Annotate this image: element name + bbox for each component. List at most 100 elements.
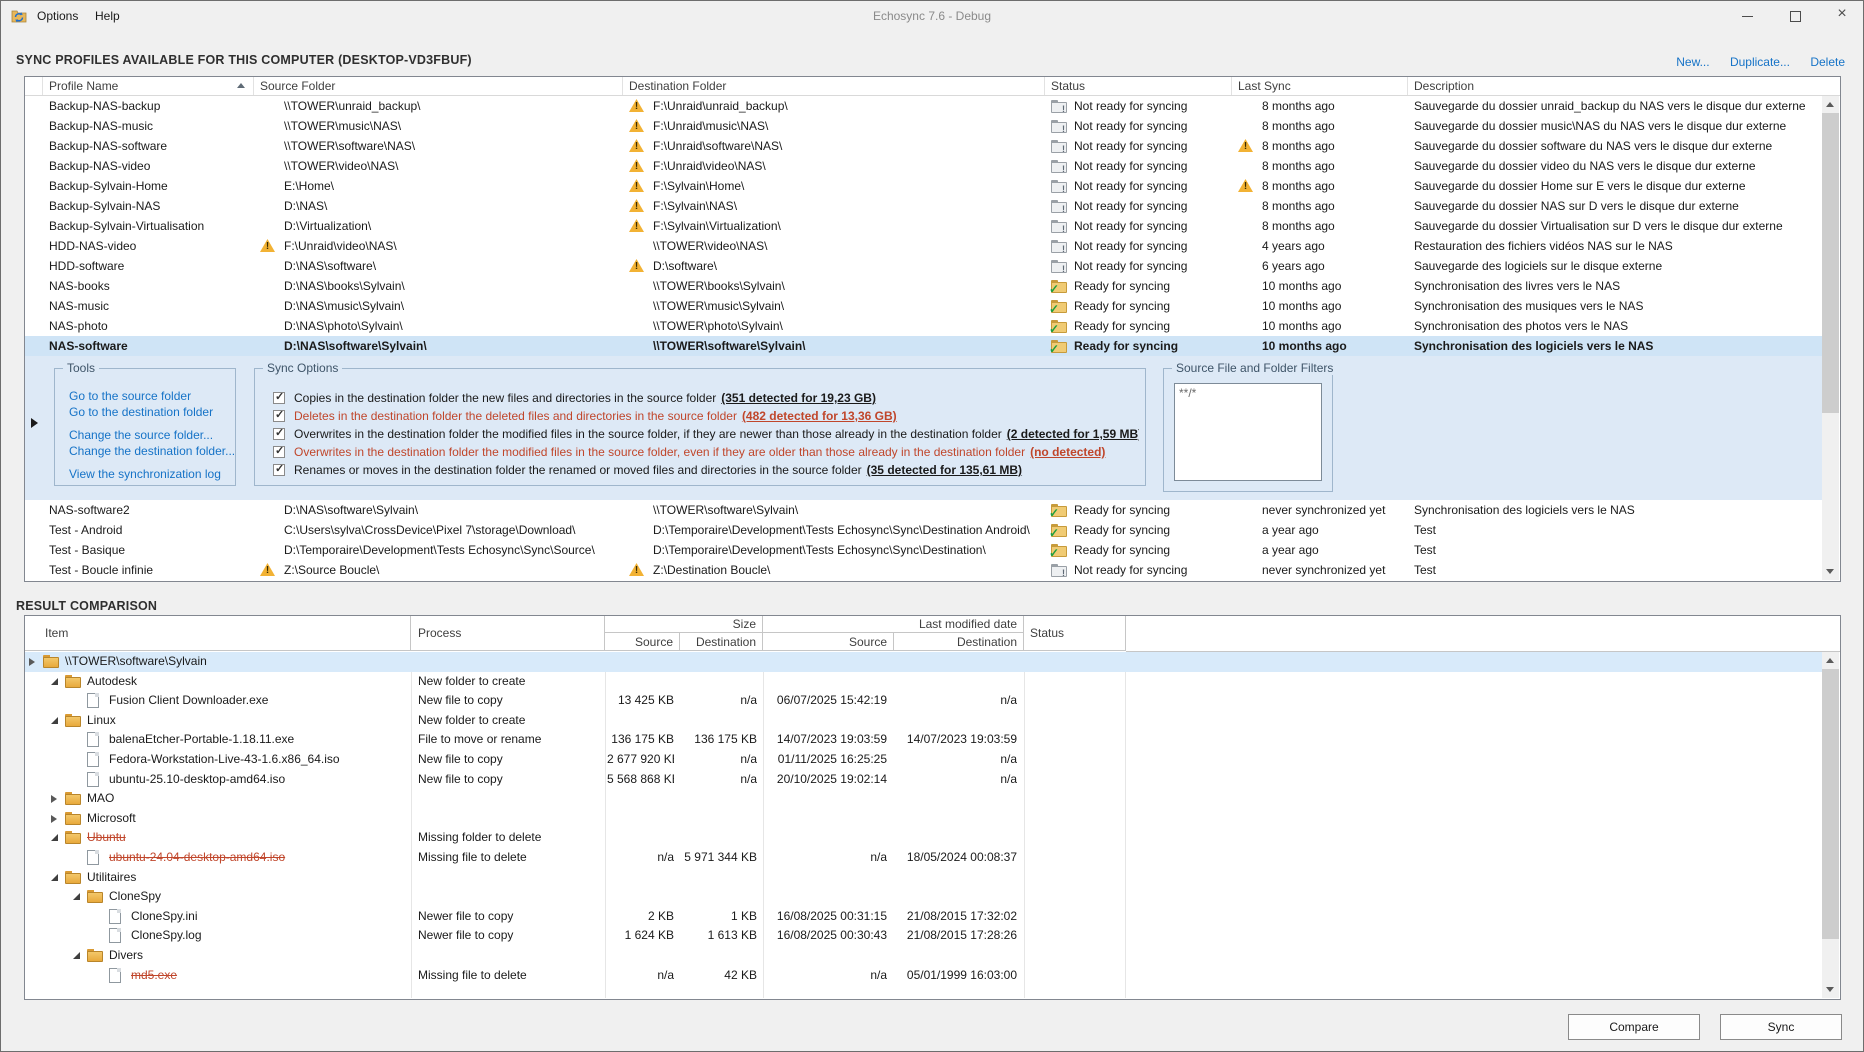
comparison-row[interactable]: balenaEtcher-Portable-1.18.11.exeFile to… [25, 730, 1823, 750]
date-source: 16/08/2025 00:30:43 [765, 926, 887, 946]
filters-input[interactable]: **/* [1174, 383, 1322, 481]
scroll-down-button[interactable] [1822, 981, 1839, 998]
sync-option-label: Copies in the destination folder the new… [294, 391, 716, 405]
scroll-up-button[interactable] [1822, 652, 1839, 669]
view-sync-log-link[interactable]: View the synchronization log [69, 467, 221, 481]
change-destination-folder-link[interactable]: Change the destination folder... [69, 444, 235, 458]
profile-row[interactable]: Test - BasiqueD:\Temporaire\Development\… [25, 540, 1823, 560]
profile-row[interactable]: Backup-NAS-video\\TOWER\video\NAS\F:\Unr… [25, 156, 1823, 176]
profile-row[interactable]: Backup-NAS-music\\TOWER\music\NAS\F:\Unr… [25, 116, 1823, 136]
column-header-date-source[interactable]: Source [763, 633, 894, 651]
compare-button[interactable]: Compare [1568, 1014, 1700, 1040]
profile-row[interactable]: Backup-NAS-software\\TOWER\software\NAS\… [25, 136, 1823, 156]
scrollbar-thumb[interactable] [1822, 113, 1839, 413]
profile-row[interactable]: NAS-software2D:\NAS\software\Sylvain\\\T… [25, 500, 1823, 520]
comparison-row[interactable]: ubuntu-24.04-desktop-amd64.isoMissing fi… [25, 848, 1823, 868]
column-header-status[interactable]: Status [1024, 616, 1126, 651]
sync-option-count[interactable]: (351 detected for 19,23 GB) [721, 391, 876, 405]
profile-row[interactable]: Backup-Sylvain-NASD:\NAS\F:\Sylvain\NAS\… [25, 196, 1823, 216]
sync-option-count[interactable]: (482 detected for 13,36 GB) [742, 409, 897, 423]
checkbox-checked-icon[interactable] [273, 392, 285, 404]
collapse-arrow-icon[interactable] [51, 874, 58, 881]
duplicate-profile-link[interactable]: Duplicate... [1730, 55, 1790, 69]
profile-row[interactable]: Backup-Sylvain-HomeE:\Home\F:\Sylvain\Ho… [25, 176, 1823, 196]
scroll-up-button[interactable] [1822, 96, 1839, 113]
collapse-arrow-icon[interactable] [51, 678, 58, 685]
menu-options[interactable]: Options [31, 8, 84, 24]
maximize-button[interactable] [1778, 1, 1812, 31]
profile-row[interactable]: NAS-booksD:\NAS\books\Sylvain\\\TOWER\bo… [25, 276, 1823, 296]
column-header-date-destination[interactable]: Destination [894, 633, 1024, 651]
comparison-row[interactable]: Fedora-Workstation-Live-43-1.6.x86_64.is… [25, 750, 1823, 770]
checkbox-checked-icon[interactable] [273, 428, 285, 440]
collapse-arrow-icon[interactable] [73, 952, 80, 959]
comparison-row[interactable]: ubuntu-25.10-desktop-amd64.isoNew file t… [25, 770, 1823, 790]
checkbox-checked-icon[interactable] [273, 410, 285, 422]
column-header-process[interactable]: Process [411, 616, 605, 651]
checkbox-checked-icon[interactable] [273, 446, 285, 458]
comparison-row[interactable]: MAO [25, 789, 1823, 809]
comparison-row[interactable]: CloneSpy [25, 887, 1823, 907]
comparison-row[interactable]: Microsoft [25, 809, 1823, 829]
collapse-arrow-icon[interactable] [73, 893, 80, 900]
date-source: n/a [765, 966, 887, 986]
column-header-size-destination[interactable]: Destination [680, 633, 763, 651]
comparison-row[interactable]: UbuntuMissing folder to delete [25, 828, 1823, 848]
comparison-row[interactable]: LinuxNew folder to create [25, 711, 1823, 731]
profile-row[interactable]: Backup-NAS-backup\\TOWER\unraid_backup\F… [25, 96, 1823, 116]
profile-row[interactable]: HDD-NAS-videoF:\Unraid\video\NAS\\\TOWER… [25, 236, 1823, 256]
profile-row[interactable]: Backup-Sylvain-VirtualisationD:\Virtuali… [25, 216, 1823, 236]
sync-option-count[interactable]: (35 detected for 135,61 MB) [867, 463, 1022, 477]
profiles-scrollbar[interactable] [1822, 96, 1839, 580]
minimize-button[interactable] [1731, 1, 1765, 31]
comparison-row[interactable]: \\TOWER\software\Sylvain [25, 652, 1823, 672]
column-header-size-source[interactable]: Source [605, 633, 680, 651]
comparison-row[interactable]: Utilitaires [25, 868, 1823, 888]
menu-help[interactable]: Help [89, 8, 126, 24]
comparison-row[interactable]: AutodeskNew folder to create [25, 672, 1823, 692]
new-profile-link[interactable]: New... [1676, 55, 1709, 69]
profile-row[interactable]: NAS-photoD:\NAS\photo\Sylvain\\\TOWER\ph… [25, 316, 1823, 336]
profile-name: Backup-Sylvain-Virtualisation [49, 216, 249, 236]
go-to-source-folder-link[interactable]: Go to the source folder [69, 389, 191, 403]
checkbox-checked-icon[interactable] [273, 464, 285, 476]
go-to-destination-folder-link[interactable]: Go to the destination folder [69, 405, 213, 419]
delete-profile-link[interactable]: Delete [1810, 55, 1845, 69]
filters-group: Source File and Folder Filters **/* [1163, 368, 1333, 492]
column-header-last-sync[interactable]: Last Sync [1232, 77, 1408, 95]
comparison-row[interactable]: Divers [25, 946, 1823, 966]
comparison-row[interactable]: CloneSpy.logNewer file to copy1 624 KB1 … [25, 926, 1823, 946]
status-not-ready-icon: ! [1051, 140, 1067, 153]
comparison-row[interactable]: CloneSpy.iniNewer file to copy2 KB1 KB16… [25, 907, 1823, 927]
column-header-status[interactable]: Status [1045, 77, 1232, 95]
sync-button[interactable]: Sync [1720, 1014, 1842, 1040]
profile-row[interactable]: NAS-musicD:\NAS\music\Sylvain\\\TOWER\mu… [25, 296, 1823, 316]
expand-arrow-icon[interactable] [51, 815, 57, 823]
scroll-down-button[interactable] [1822, 563, 1839, 580]
profile-row[interactable]: HDD-softwareD:\NAS\software\D:\software\… [25, 256, 1823, 276]
column-header-item[interactable]: Item [25, 616, 411, 651]
scrollbar-thumb[interactable] [1822, 669, 1839, 939]
collapse-arrow-icon[interactable] [51, 834, 58, 841]
column-header-description[interactable]: Description [1408, 77, 1819, 95]
column-header-profile-name[interactable]: Profile Name [43, 77, 254, 95]
change-source-folder-link[interactable]: Change the source folder... [69, 428, 213, 442]
profile-row[interactable]: Test - Boucle infinieZ:\Source Boucle\Z:… [25, 560, 1823, 580]
file-icon [109, 968, 121, 983]
column-header-destination-folder[interactable]: Destination Folder [623, 77, 1045, 95]
comparison-row[interactable]: Fusion Client Downloader.exeNew file to … [25, 691, 1823, 711]
comparison-row[interactable]: md5.exeMissing file to deleten/a42 KBn/a… [25, 966, 1823, 986]
destination-folder-path: \\TOWER\books\Sylvain\ [653, 276, 1043, 296]
close-button[interactable]: × [1825, 1, 1859, 31]
last-sync-text: 10 months ago [1262, 316, 1406, 336]
sync-option-count[interactable]: (2 detected for 1,59 MB) [1007, 427, 1139, 441]
profile-row[interactable]: Test - AndroidC:\Users\sylva\CrossDevice… [25, 520, 1823, 540]
comparison-scrollbar[interactable] [1822, 652, 1839, 998]
profile-row[interactable]: NAS-softwareD:\NAS\software\Sylvain\\\TO… [25, 336, 1823, 356]
column-header-source-folder[interactable]: Source Folder [254, 77, 623, 95]
expand-arrow-icon[interactable] [51, 795, 57, 803]
date-source: 20/10/2025 19:02:14 [765, 770, 887, 790]
sync-option-count[interactable]: (no detected) [1030, 445, 1105, 459]
collapse-arrow-icon[interactable] [51, 717, 58, 724]
expand-arrow-icon[interactable] [29, 658, 35, 666]
